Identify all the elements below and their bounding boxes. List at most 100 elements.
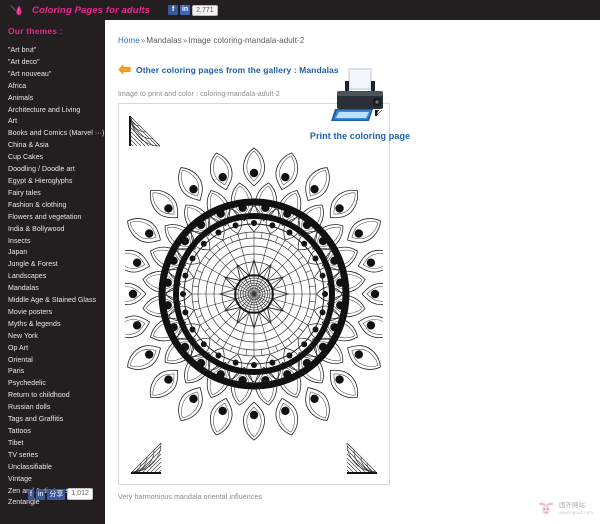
- sidebar-item-op-art[interactable]: Op Art: [8, 343, 105, 355]
- list-item: Return to childhood: [8, 390, 105, 402]
- breadcrumb-category[interactable]: Mandalas: [146, 36, 182, 45]
- breadcrumb-separator: »: [182, 36, 188, 45]
- list-item: Fairy tales: [8, 188, 105, 200]
- breadcrumb-separator: »: [140, 36, 146, 45]
- list-item: Psychedelic: [8, 378, 105, 390]
- footer-share-count: 1,012: [67, 488, 93, 500]
- page-root: Coloring Pages for adults f in 2,771 Our…: [0, 0, 600, 524]
- sidebar-item-tattoos[interactable]: Tattoos: [8, 426, 105, 438]
- facebook-share-button[interactable]: f: [168, 5, 179, 15]
- list-item: Russian dolls: [8, 402, 105, 414]
- sidebar-item-fairy-tales[interactable]: Fairy tales: [8, 188, 105, 200]
- list-item: Vintage: [8, 474, 105, 486]
- breadcrumb-current: Image coloring-mandala-adult-2: [188, 36, 305, 45]
- list-item: Books and Comics (Marvel ···): [8, 128, 105, 140]
- list-item: Oriental: [8, 355, 105, 367]
- sidebar-item-books-and-comics[interactable]: Books and Comics (Marvel ···): [8, 128, 105, 140]
- sidebar-item-art-brut[interactable]: "Art brut": [8, 45, 105, 57]
- sidebar-item-mandalas[interactable]: Mandalas: [8, 283, 105, 295]
- sidebar-item-fashion-and-clothing[interactable]: Fashion & clothing: [8, 200, 105, 212]
- sidebar-item-middle-age-and-stained-glass[interactable]: Middle Age & Stained Glass: [8, 295, 105, 307]
- sidebar-item-doodling[interactable]: Doodling / Doodle art: [8, 164, 105, 176]
- watermark-url-text: www.egouz.com: [559, 509, 594, 515]
- watermark: 国外网站 www.egouz.com: [536, 500, 593, 517]
- footer-facebook-button[interactable]: f: [28, 488, 34, 500]
- sidebar-item-jungle-and-forest[interactable]: Jungle & Forest: [8, 259, 105, 271]
- sidebar-item-psychedelic[interactable]: Psychedelic: [8, 378, 105, 390]
- sidebar-item-architecture-and-living[interactable]: Architecture and Living: [8, 105, 105, 117]
- sidebar-item-insects[interactable]: Insects: [8, 236, 105, 248]
- watermark-mascot-icon: [538, 502, 554, 515]
- site-title: Coloring Pages for adults: [32, 4, 151, 16]
- list-item: "Art brut": [8, 45, 105, 57]
- list-item: Doodling / Doodle art: [8, 164, 105, 176]
- mandala-coloring-image: [125, 110, 383, 478]
- list-item: Architecture and Living: [8, 105, 105, 117]
- secondary-share-button[interactable]: in: [180, 5, 191, 15]
- sidebar-item-tv-series[interactable]: TV series: [8, 450, 105, 462]
- sidebar-item-egypt-and-hieroglyphs[interactable]: Egypt & Hieroglyphs: [8, 176, 105, 188]
- sidebar-item-return-to-childhood[interactable]: Return to childhood: [8, 390, 105, 402]
- list-item: Fashion & clothing: [8, 200, 105, 212]
- header-share-widget[interactable]: f in 2,771: [168, 4, 218, 16]
- list-item: Tibet: [8, 438, 105, 450]
- list-item: Art: [8, 116, 105, 128]
- list-item: India & Bollywood: [8, 224, 105, 236]
- sidebar: Our themes : "Art brut" "Art deco" "Art …: [0, 20, 105, 524]
- sidebar-item-russian-dolls[interactable]: Russian dolls: [8, 402, 105, 414]
- sidebar-item-new-york[interactable]: New York: [8, 331, 105, 343]
- list-item: Jungle & Forest: [8, 259, 105, 271]
- list-item: Flowers and vegetation: [8, 212, 105, 224]
- footer-share-widget[interactable]: f in 分享 1,012: [28, 488, 93, 500]
- list-item: Africa: [8, 81, 105, 93]
- watermark-text: 国外网站 www.egouz.com: [559, 502, 593, 516]
- sidebar-item-flowers-and-vegetation[interactable]: Flowers and vegetation: [8, 212, 105, 224]
- sidebar-item-japan[interactable]: Japan: [8, 247, 105, 259]
- list-item: "Art deco": [8, 57, 105, 69]
- header-share-count: 2,771: [192, 4, 218, 16]
- breadcrumb: Home»Mandalas»Image coloring-mandala-adu…: [118, 36, 600, 45]
- list-item: Unclassifiable: [8, 462, 105, 474]
- sidebar-item-myths-and-legends[interactable]: Myths & legends: [8, 319, 105, 331]
- footer-share-button[interactable]: 分享: [47, 488, 66, 500]
- image-caption-bottom: Very harmonious mandala oriental influen…: [118, 494, 262, 501]
- sidebar-heading: Our themes :: [8, 26, 63, 36]
- sidebar-item-art[interactable]: Art: [8, 116, 105, 128]
- list-item: Tattoos: [8, 426, 105, 438]
- list-item: China & Asia: [8, 140, 105, 152]
- breadcrumb-home-link[interactable]: Home: [118, 36, 140, 45]
- sidebar-item-unclassifiable[interactable]: Unclassifiable: [8, 462, 105, 474]
- arrow-left-icon: [118, 64, 131, 75]
- sidebar-item-art-deco[interactable]: "Art deco": [8, 57, 105, 69]
- sidebar-item-india-and-bollywood[interactable]: India & Bollywood: [8, 224, 105, 236]
- sidebar-item-cup-cakes[interactable]: Cup Cakes: [8, 152, 105, 164]
- list-item: Op Art: [8, 343, 105, 355]
- print-block: Print the coloring page: [285, 67, 435, 141]
- sidebar-item-tags-and-graffitis[interactable]: Tags and Graffitis: [8, 414, 105, 426]
- sidebar-item-tibet[interactable]: Tibet: [8, 438, 105, 450]
- sidebar-item-vintage[interactable]: Vintage: [8, 474, 105, 486]
- sidebar-item-china-and-asia[interactable]: China & Asia: [8, 140, 105, 152]
- footer-secondary-button[interactable]: in: [35, 488, 46, 500]
- list-item: Paris: [8, 366, 105, 378]
- list-item: Animals: [8, 93, 105, 105]
- list-item: Myths & legends: [8, 319, 105, 331]
- list-item: Mandalas: [8, 283, 105, 295]
- sidebar-item-movie-posters[interactable]: Movie posters: [8, 307, 105, 319]
- sidebar-item-paris[interactable]: Paris: [8, 366, 105, 378]
- sidebar-item-landscapes[interactable]: Landscapes: [8, 271, 105, 283]
- list-item: Movie posters: [8, 307, 105, 319]
- list-item: "Art nouveau": [8, 69, 105, 81]
- sidebar-item-africa[interactable]: Africa: [8, 81, 105, 93]
- printer-icon: [331, 68, 383, 121]
- site-header: Coloring Pages for adults f in 2,771: [0, 0, 600, 20]
- coloring-image-frame[interactable]: [118, 103, 390, 485]
- list-item: Tags and Graffitis: [8, 414, 105, 426]
- sidebar-item-animals[interactable]: Animals: [8, 93, 105, 105]
- print-coloring-page-link[interactable]: Print the coloring page: [310, 131, 410, 141]
- sidebar-item-art-nouveau[interactable]: "Art nouveau": [8, 69, 105, 81]
- list-item: Insects: [8, 236, 105, 248]
- sidebar-item-oriental[interactable]: Oriental: [8, 355, 105, 367]
- list-item: Japan: [8, 247, 105, 259]
- list-item: Egypt & Hieroglyphs: [8, 176, 105, 188]
